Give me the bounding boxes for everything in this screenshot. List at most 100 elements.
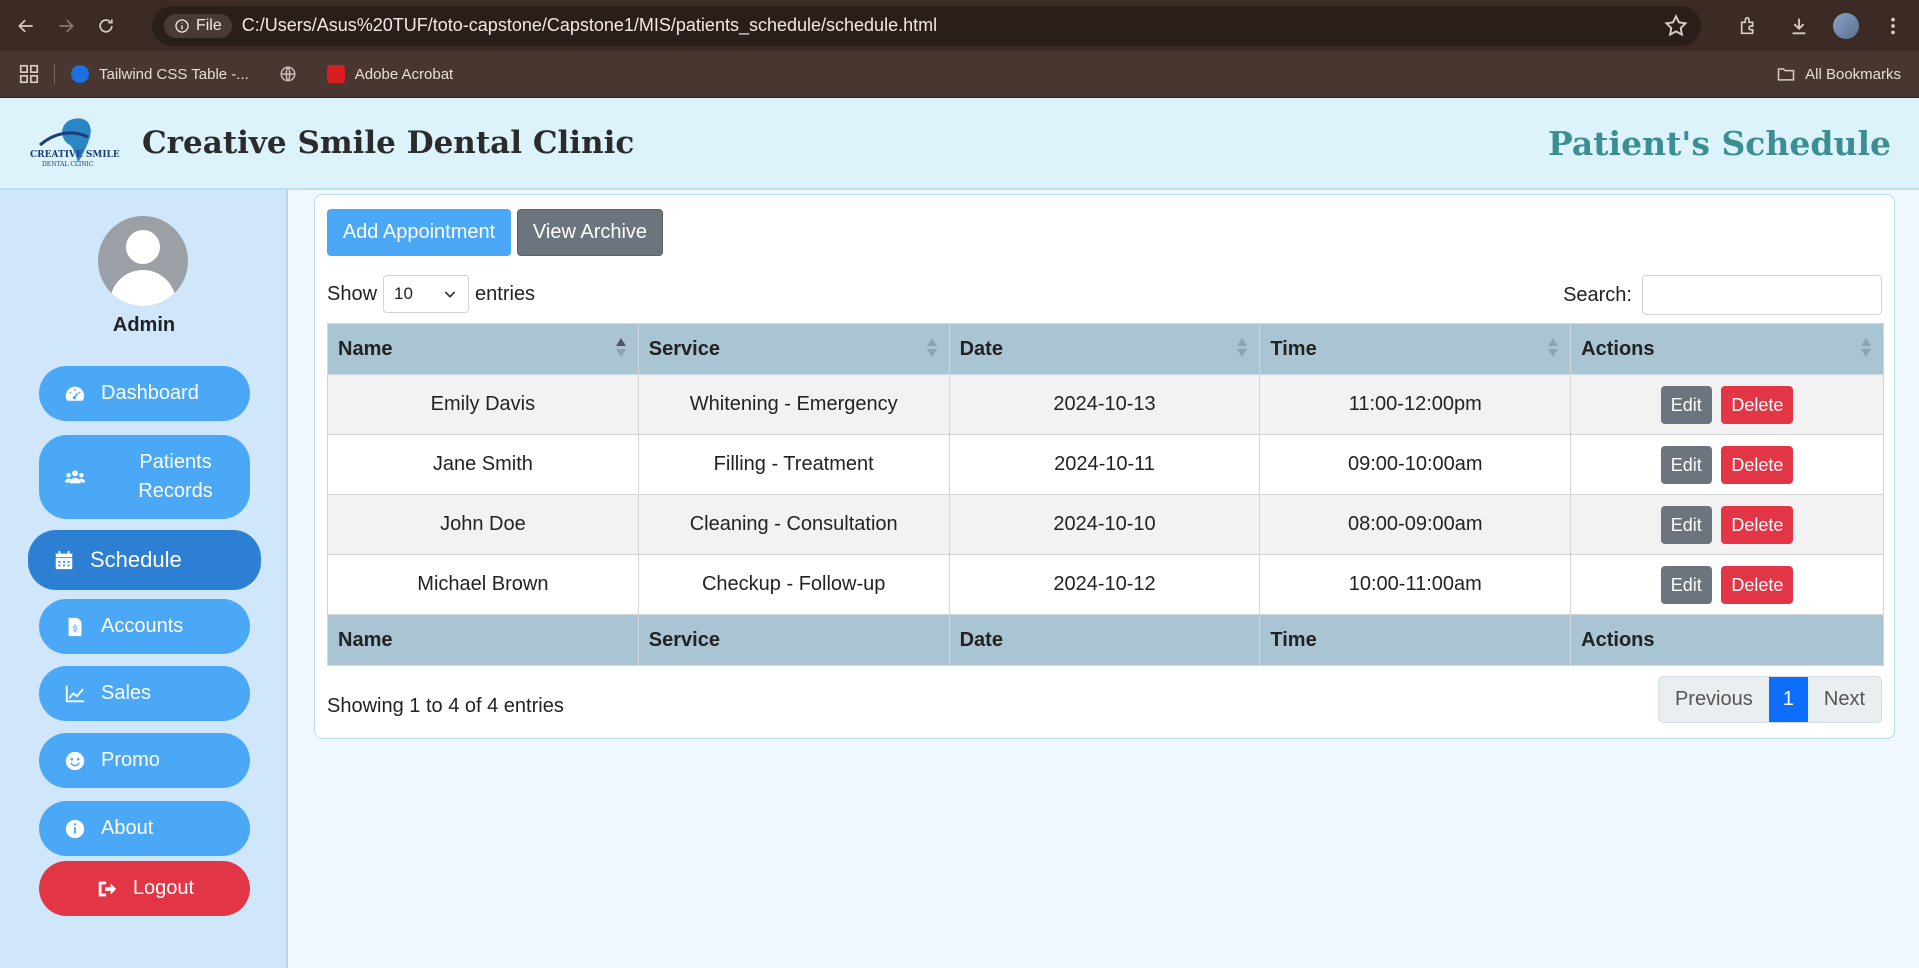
sidebar-item-promo[interactable]: Promo <box>39 733 250 788</box>
table-row: Emily Davis Whitening - Emergency 2024-1… <box>327 374 1884 435</box>
search-input[interactable] <box>1642 275 1882 315</box>
sidebar: Admin Dashboard Patients Records Schedul… <box>0 190 288 968</box>
bookmark-tailwind[interactable]: Tailwind CSS Table -... <box>71 65 249 83</box>
schedule-card: Add Appointment View Archive Show 10 ent… <box>314 194 1895 739</box>
bookmark-adobe-acrobat[interactable]: Adobe Acrobat <box>326 65 454 83</box>
column-header-date[interactable]: Date <box>948 323 1261 375</box>
sidebar-item-about[interactable]: About <box>39 801 250 856</box>
logout-icon <box>98 881 117 896</box>
download-icon[interactable] <box>1783 10 1815 42</box>
svg-text:DENTAL CLINIC: DENTAL CLINIC <box>42 161 94 168</box>
sidebar-item-patients-records[interactable]: Patients Records <box>39 435 250 519</box>
edit-button[interactable]: Edit <box>1660 445 1712 484</box>
info-icon <box>175 18 189 33</box>
cell-service: Checkup - Follow-up <box>637 554 950 615</box>
entries-label: entries <box>475 282 536 305</box>
bookmark-label: Adobe Acrobat <box>354 65 454 83</box>
logout-label: Logout <box>132 877 195 899</box>
all-bookmarks[interactable]: All Bookmarks <box>1775 64 1901 84</box>
footer-header-name: Name <box>327 614 639 666</box>
cell-name: Emily Davis <box>327 374 639 435</box>
bookmark-label: Tailwind CSS Table -... <box>99 65 249 83</box>
sort-icon <box>926 338 937 360</box>
cell-actions: Edit Delete <box>1570 554 1884 615</box>
reload-icon[interactable] <box>90 10 122 42</box>
search-label: Search: <box>1563 283 1632 306</box>
page-length-control: Show 10 entries <box>327 275 535 313</box>
footer-header-actions: Actions <box>1570 614 1884 666</box>
cell-time: 11:00-12:00pm <box>1259 374 1572 435</box>
users-icon <box>64 470 86 484</box>
cell-date: 2024-10-10 <box>948 494 1261 555</box>
user-name: Admin <box>112 314 176 336</box>
bookmarks-divider <box>54 64 55 84</box>
smile-icon <box>65 751 85 770</box>
page-1-button[interactable]: 1 <box>1768 677 1808 722</box>
profile-avatar[interactable] <box>1833 12 1860 39</box>
table-row: John Doe Cleaning - Consultation 2024-10… <box>327 494 1884 555</box>
add-appointment-button[interactable]: Add Appointment <box>327 209 511 256</box>
page-length-value: 10 <box>394 284 413 303</box>
sidebar-item-accounts[interactable]: Accounts <box>39 599 250 654</box>
bookmark-globe[interactable] <box>279 65 297 83</box>
column-header-time[interactable]: Time <box>1259 323 1572 375</box>
menu-dots-icon[interactable] <box>1877 10 1909 42</box>
search-control: Search: <box>1563 275 1882 315</box>
cell-service: Cleaning - Consultation <box>637 494 950 555</box>
delete-button[interactable]: Delete <box>1721 565 1794 604</box>
edit-button[interactable]: Edit <box>1660 565 1712 604</box>
edit-button[interactable]: Edit <box>1660 385 1712 424</box>
sidebar-item-label: Schedule <box>90 547 182 572</box>
globe-icon <box>280 66 296 82</box>
edit-button[interactable]: Edit <box>1660 505 1712 544</box>
cell-name: Michael Brown <box>327 554 639 615</box>
bookmark-star-icon[interactable] <box>1663 13 1689 39</box>
app-header: CREATIVE SMILE DENTAL CLINIC Creative Sm… <box>0 98 1919 190</box>
all-bookmarks-label: All Bookmarks <box>1805 65 1901 83</box>
table-row: Michael Brown Checkup - Follow-up 2024-1… <box>327 554 1884 615</box>
show-label: Show <box>327 282 378 305</box>
clinic-name: Creative Smile Dental Clinic <box>142 125 635 161</box>
logout-button[interactable]: Logout <box>39 861 250 916</box>
sidebar-item-label: Accounts <box>101 615 184 637</box>
sidebar-item-label: Patients Records <box>138 451 213 502</box>
pagination: Previous 1 Next <box>1657 676 1882 723</box>
folder-icon <box>1777 68 1795 81</box>
page-length-select[interactable]: 10 <box>383 275 470 313</box>
footer-header-date: Date <box>948 614 1261 666</box>
site-info-chip[interactable]: File <box>163 13 232 38</box>
svg-text:CREATIVE SMILE: CREATIVE SMILE <box>30 150 120 160</box>
column-header-service[interactable]: Service <box>637 323 950 375</box>
cell-actions: Edit Delete <box>1570 374 1884 435</box>
column-header-actions[interactable]: Actions <box>1570 323 1884 375</box>
apps-grid-icon[interactable] <box>18 63 40 85</box>
next-page-button[interactable]: Next <box>1807 677 1881 722</box>
sidebar-item-label: Promo <box>101 749 160 771</box>
extensions-icon[interactable] <box>1733 10 1765 42</box>
sort-icon <box>1237 338 1248 360</box>
clinic-logo: CREATIVE SMILE DENTAL CLINIC <box>28 115 122 171</box>
back-icon[interactable] <box>10 10 42 42</box>
browser-toolbar: File C:/Users/Asus%20TUF/toto-capstone/C… <box>0 0 1919 51</box>
sort-icon <box>1548 338 1559 360</box>
delete-button[interactable]: Delete <box>1721 445 1794 484</box>
sidebar-item-label: Sales <box>101 682 152 704</box>
previous-page-button[interactable]: Previous <box>1658 677 1769 722</box>
view-archive-button[interactable]: View Archive <box>517 209 663 256</box>
chart-icon <box>65 685 85 702</box>
column-header-name[interactable]: Name <box>327 323 639 375</box>
cell-name: John Doe <box>327 494 639 555</box>
delete-button[interactable]: Delete <box>1721 385 1794 424</box>
url-text[interactable]: C:/Users/Asus%20TUF/toto-capstone/Capsto… <box>242 15 1663 36</box>
forward-icon[interactable] <box>50 10 82 42</box>
sidebar-item-schedule[interactable]: Schedule <box>28 530 261 590</box>
cell-date: 2024-10-11 <box>948 434 1261 495</box>
tailwind-favicon-icon <box>71 65 89 83</box>
sidebar-item-dashboard[interactable]: Dashboard <box>39 366 250 421</box>
sidebar-item-sales[interactable]: Sales <box>39 666 250 721</box>
delete-button[interactable]: Delete <box>1721 505 1794 544</box>
info-circle-icon <box>65 819 85 838</box>
footer-header-time: Time <box>1259 614 1572 666</box>
sort-icon <box>1861 338 1871 360</box>
address-bar[interactable]: File C:/Users/Asus%20TUF/toto-capstone/C… <box>151 5 1702 46</box>
